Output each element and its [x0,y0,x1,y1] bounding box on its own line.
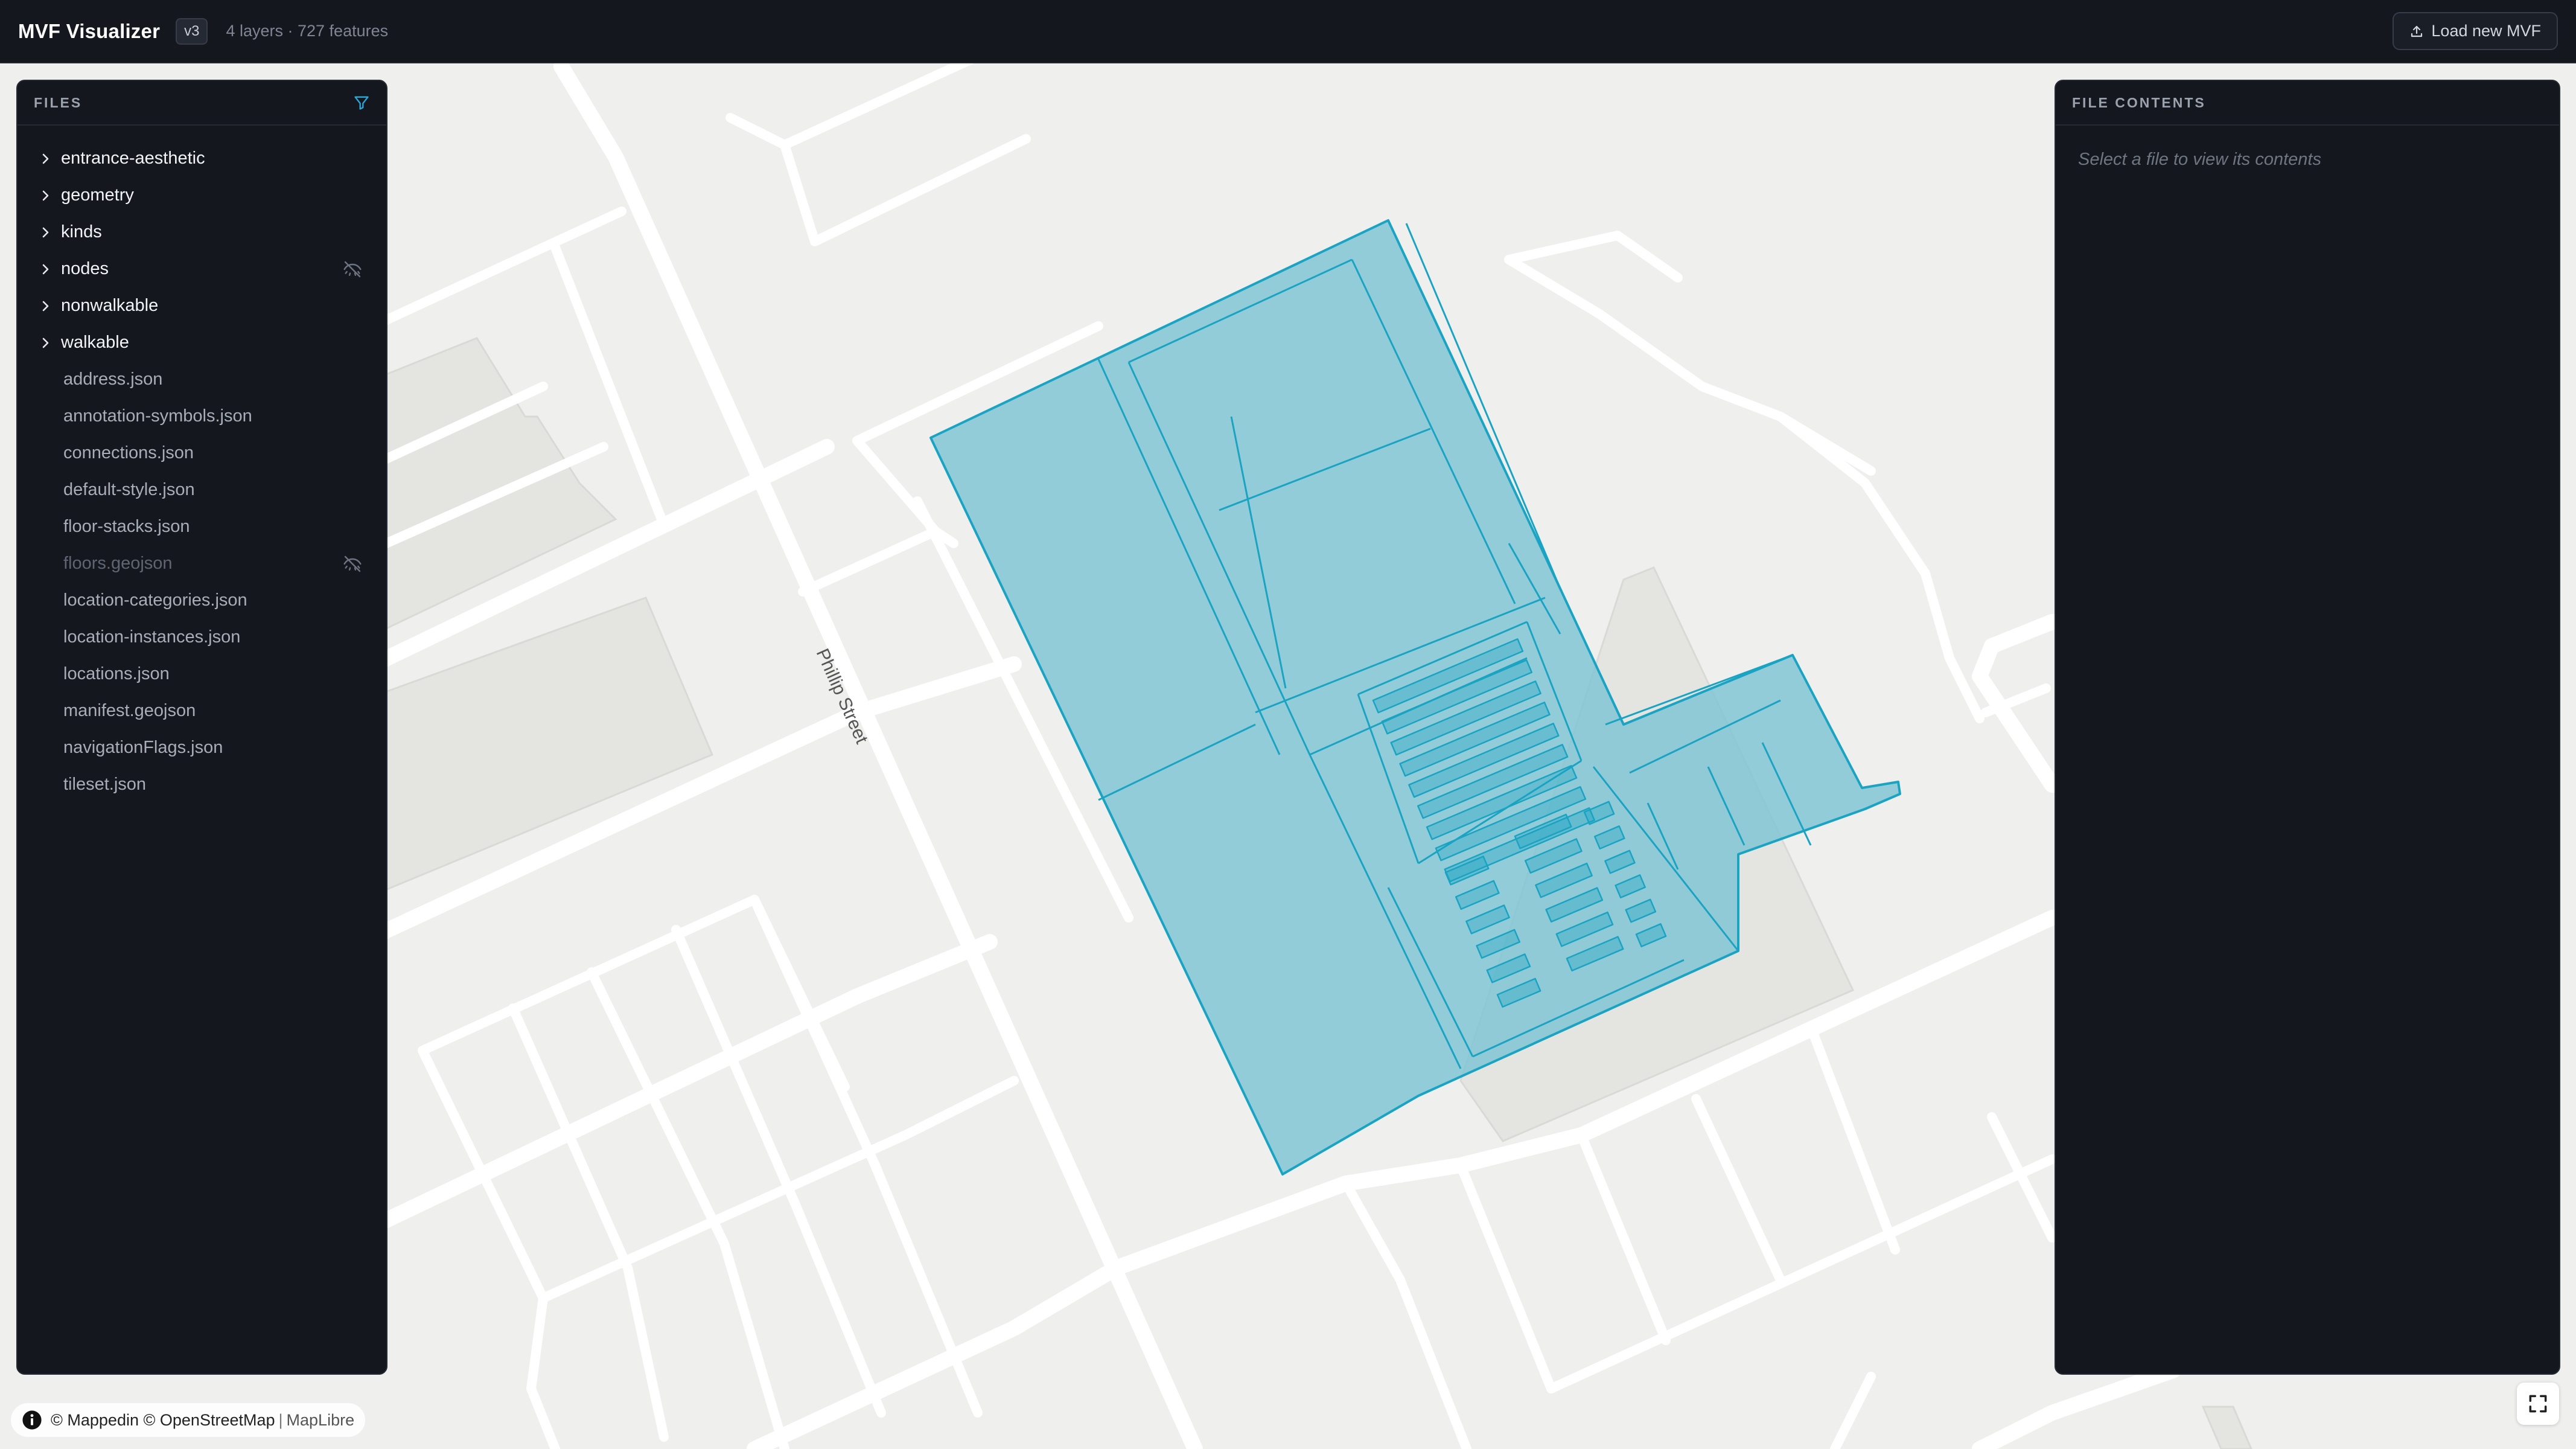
file-label: floors.geojson [63,554,173,573]
folder-nonwalkable[interactable]: nonwalkable [18,287,386,324]
file-address-json[interactable]: address.json [18,361,386,398]
file-tileset-json[interactable]: tileset.json [18,766,386,803]
file-label: address.json [63,369,163,389]
chevron-right-icon [42,301,49,311]
folder-label: kinds [61,222,102,242]
folder-label: geometry [61,185,134,205]
file-label: manifest.geojson [63,701,196,720]
file-floors-geojson[interactable]: floors.geojson [18,545,386,582]
file-label: tileset.json [63,775,147,794]
chevron-right-icon [42,337,49,348]
upload-icon [2411,25,2423,37]
version-badge: v3 [176,18,208,45]
file-locations-json[interactable]: locations.json [18,656,386,693]
folder-walkable[interactable]: walkable [18,324,386,361]
folder-geometry[interactable]: geometry [18,177,386,214]
file-label: location-instances.json [63,627,241,647]
folder-label: nodes [61,259,109,278]
file-tree: entrance-aesthetic geometry kinds nodes … [18,126,386,803]
load-new-mvf-label: Load new MVF [2431,22,2541,40]
file-location-instances-json[interactable]: location-instances.json [18,619,386,656]
chevron-right-icon [42,190,49,200]
info-icon[interactable] [22,1410,42,1430]
file-label: floor-stacks.json [63,517,190,536]
folder-label: walkable [61,333,129,352]
file-annotation-symbols-json[interactable]: annotation-symbols.json [18,398,386,435]
chevron-right-icon [42,227,49,237]
files-panel: FILES entrance-aesthetic geometry kinds … [16,80,387,1375]
file-navigationflags-json[interactable]: navigationFlags.json [18,729,386,766]
file-floor-stacks-json[interactable]: floor-stacks.json [18,508,386,545]
folder-label: nonwalkable [61,296,159,315]
file-contents-title: FILE CONTENTS [2072,94,2206,110]
attribution-separator: | [278,1410,283,1429]
file-label: location-categories.json [63,590,247,610]
file-manifest-geojson[interactable]: manifest.geojson [18,693,386,729]
file-label: default-style.json [63,480,195,499]
chevron-right-icon [42,264,49,274]
eye-off-icon[interactable] [343,554,362,574]
file-label: connections.json [63,443,194,462]
chevron-right-icon [42,153,49,164]
app-title: MVF Visualizer [18,19,161,42]
files-panel-header: FILES [18,81,386,126]
layer-feature-stats: 4 layers · 727 features [226,22,389,40]
file-label: annotation-symbols.json [63,406,252,426]
map-attribution: © Mappedin © OpenStreetMap | MapLibre [11,1403,366,1437]
file-location-categories-json[interactable]: location-categories.json [18,582,386,619]
file-contents-header: FILE CONTENTS [2056,81,2559,126]
attribution-maplibre[interactable]: MapLibre [287,1411,355,1430]
folder-entrance-aesthetic[interactable]: entrance-aesthetic [18,140,386,177]
folder-label: entrance-aesthetic [61,149,205,168]
files-panel-title: FILES [34,94,83,110]
file-connections-json[interactable]: connections.json [18,435,386,472]
top-bar: MVF Visualizer v3 4 layers · 727 feature… [0,0,2576,63]
attribution-mappedin[interactable]: © Mappedin [51,1411,139,1430]
file-default-style-json[interactable]: default-style.json [18,472,386,508]
filter-icon[interactable] [353,94,370,111]
file-label: navigationFlags.json [63,738,223,757]
file-label: locations.json [63,664,170,683]
fullscreen-icon [2529,1395,2547,1413]
eye-off-icon[interactable] [343,260,362,279]
load-new-mvf-button[interactable]: Load new MVF [2393,12,2558,50]
attribution-osm[interactable]: © OpenStreetMap [144,1411,275,1430]
file-contents-placeholder: Select a file to view its contents [2078,150,2321,169]
folder-kinds[interactable]: kinds [18,214,386,251]
fullscreen-button[interactable] [2517,1383,2559,1425]
file-contents-panel: FILE CONTENTS Select a file to view its … [2055,80,2560,1375]
folder-nodes[interactable]: nodes [18,251,386,287]
